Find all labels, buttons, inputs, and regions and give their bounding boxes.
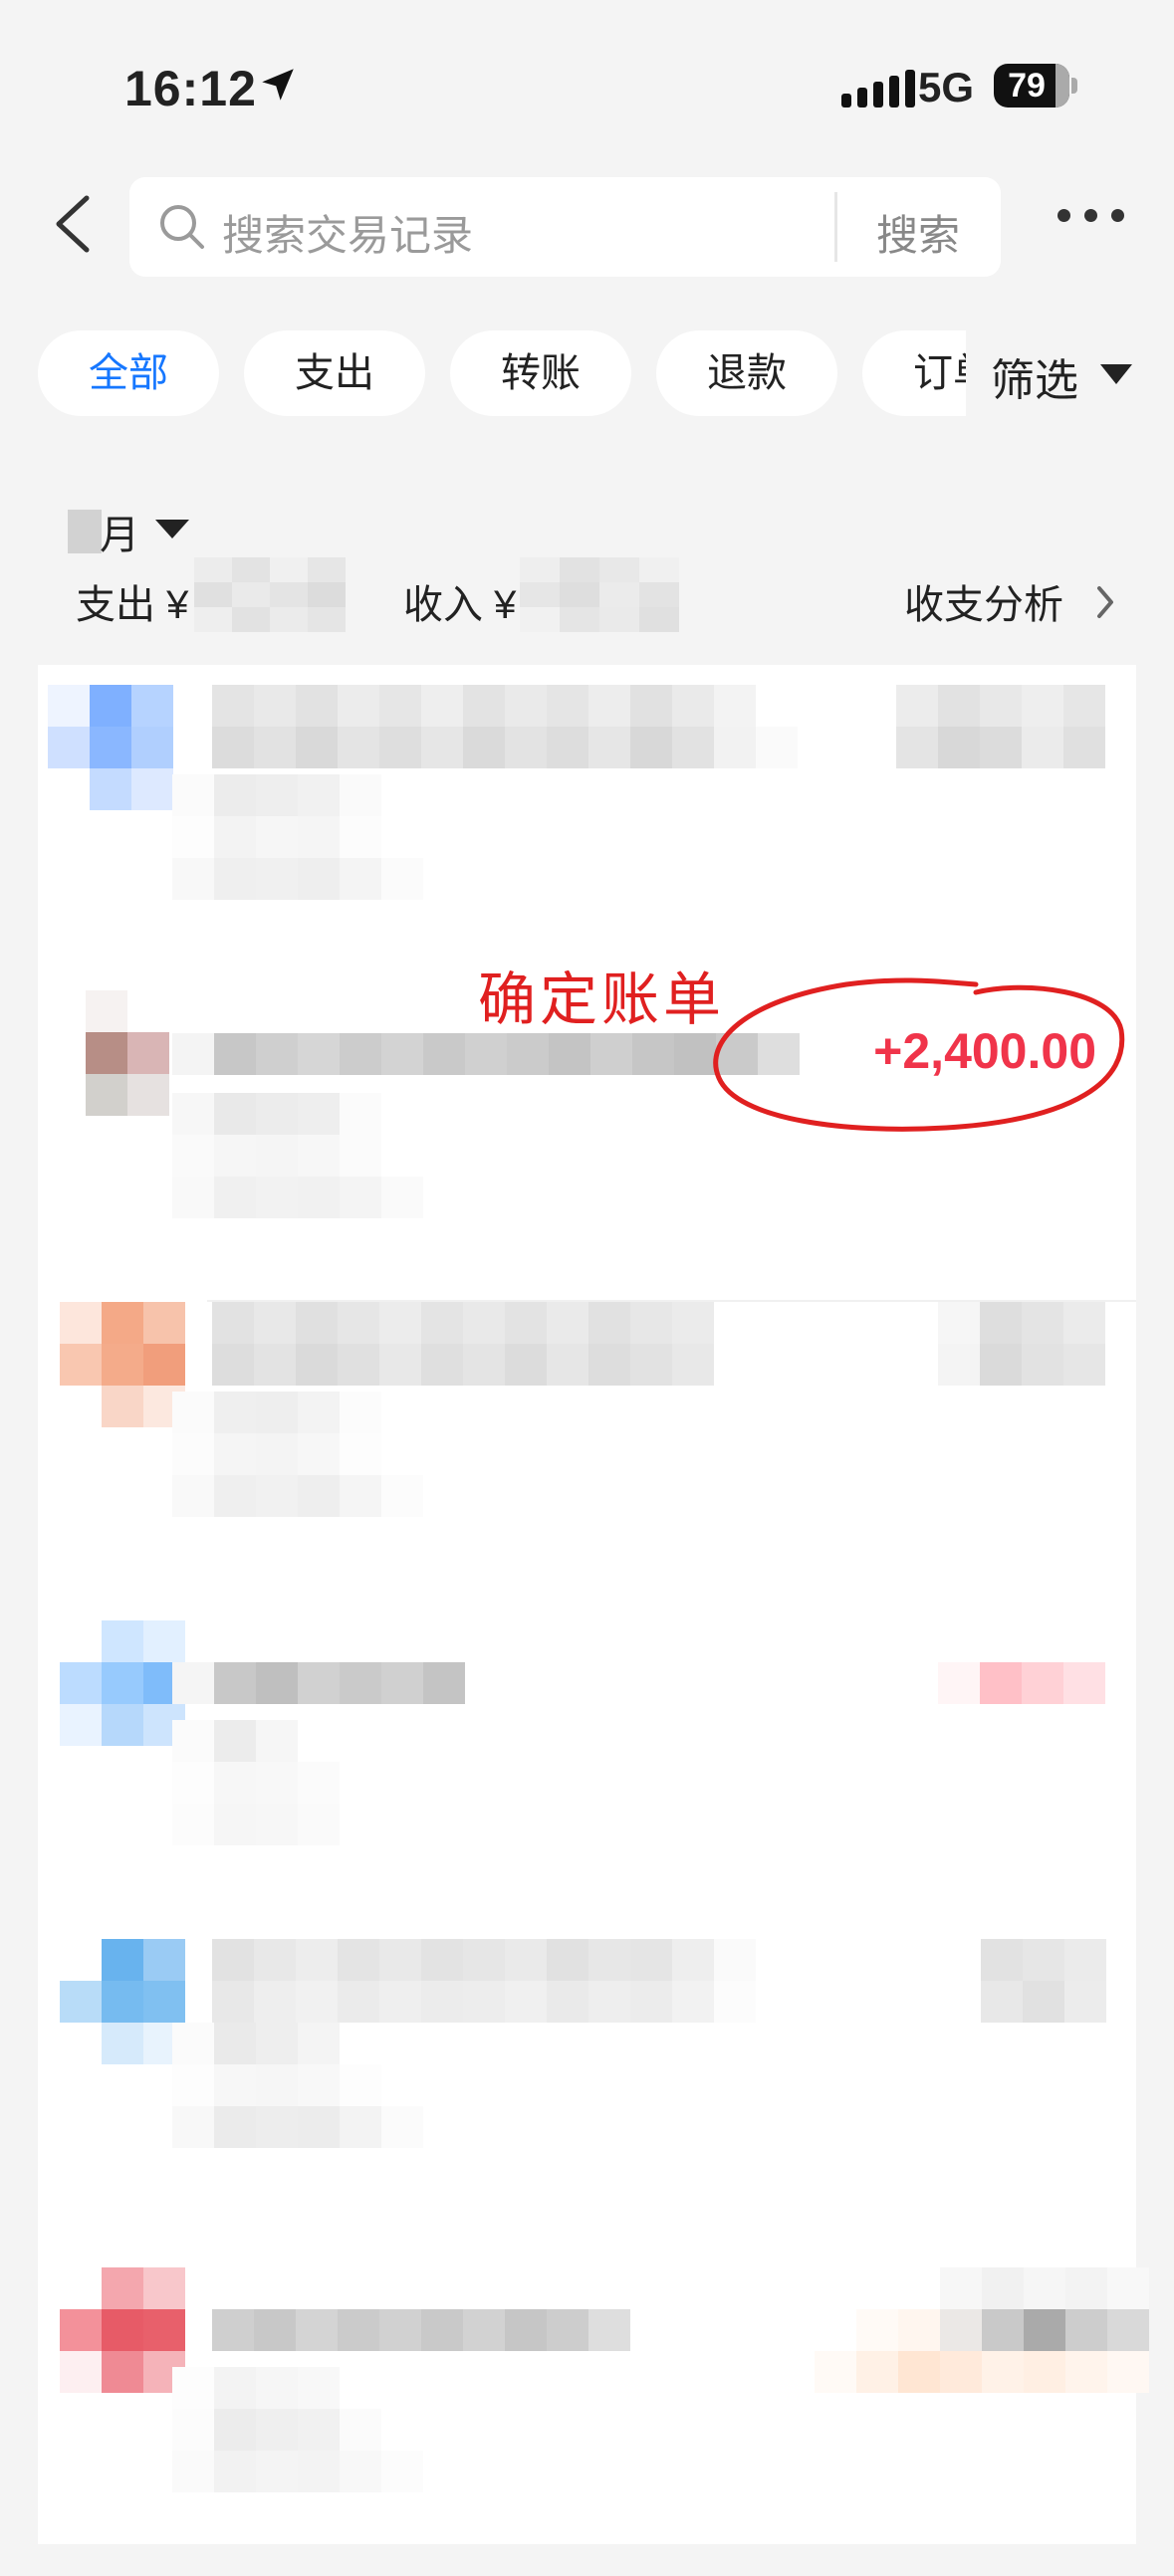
transaction-date-redacted — [172, 1720, 340, 1845]
status-time: 16:12 — [124, 61, 257, 116]
search-button[interactable]: 搜索 — [876, 202, 960, 263]
filter-button[interactable]: 筛选 — [991, 344, 1078, 408]
merchant-avatar — [60, 2267, 185, 2393]
transaction-amount-redacted — [815, 2267, 1149, 2393]
list-item[interactable] — [38, 2257, 1149, 2576]
annotation-text: 确定账单 — [478, 966, 726, 1033]
chip-expense[interactable]: 支出 — [244, 330, 425, 416]
list-item[interactable] — [38, 1302, 1136, 1620]
merchant-avatar — [60, 1302, 185, 1427]
transaction-title-redacted — [212, 1939, 756, 2023]
month-label[interactable]: 月 — [100, 503, 139, 560]
transaction-date-redacted — [172, 774, 423, 900]
transaction-date-redacted — [172, 2023, 423, 2148]
month-dropdown-icon[interactable] — [155, 520, 189, 538]
search-icon — [160, 205, 204, 249]
transaction-amount-redacted — [896, 685, 1105, 768]
network-type: 5G — [918, 64, 975, 110]
expense-redacted — [194, 557, 346, 632]
month-redacted — [68, 510, 102, 553]
income-label: 收入 ¥ — [403, 583, 517, 627]
search-input[interactable]: 搜索交易记录 — [222, 202, 473, 263]
chip-refund[interactable]: 退款 — [656, 330, 837, 416]
chip-transfer[interactable]: 转账 — [450, 330, 631, 416]
back-arrow-icon[interactable] — [45, 194, 105, 254]
merchant-avatar — [86, 990, 169, 1116]
status-bar: 16:12 5G 79 — [0, 0, 1174, 169]
battery-icon: 79 — [994, 64, 1069, 107]
transaction-date-redacted — [172, 2367, 423, 2492]
merchant-avatar — [60, 1939, 185, 2064]
cellular-signal-icon — [841, 68, 915, 107]
filter-caret-icon[interactable] — [1100, 364, 1132, 384]
list-item[interactable] — [38, 1620, 1136, 1939]
transaction-title-redacted — [212, 685, 798, 768]
transaction-amount-redacted — [981, 1939, 1106, 2023]
expense-label: 支出 ¥ — [76, 583, 189, 627]
merchant-avatar — [60, 1620, 185, 1746]
transaction-amount-redacted — [938, 1662, 1105, 1704]
transaction-date-redacted — [172, 1093, 423, 1218]
more-icon[interactable] — [1057, 209, 1124, 222]
battery-tip — [1071, 78, 1077, 94]
income-redacted — [520, 557, 679, 632]
transaction-title-redacted — [172, 1662, 465, 1704]
battery-level: 79 — [1008, 67, 1046, 105]
location-arrow-icon — [262, 69, 294, 101]
transaction-title-redacted — [212, 2309, 630, 2351]
search-divider — [834, 192, 837, 262]
transaction-date-redacted — [172, 1392, 423, 1517]
search-bar[interactable]: 搜索交易记录 搜索 — [129, 177, 1001, 277]
chip-all[interactable]: 全部 — [38, 330, 219, 416]
analysis-link[interactable]: 收支分析 — [904, 572, 1063, 630]
transaction-list — [38, 665, 1149, 2544]
list-item[interactable] — [38, 665, 1136, 983]
list-item[interactable] — [38, 1939, 1136, 2257]
chevron-right-icon[interactable] — [1091, 582, 1119, 622]
transaction-amount-redacted — [938, 1302, 1105, 1386]
annotation-circle — [713, 977, 1125, 1132]
merchant-avatar — [48, 685, 173, 810]
transaction-title-redacted — [212, 1302, 714, 1386]
